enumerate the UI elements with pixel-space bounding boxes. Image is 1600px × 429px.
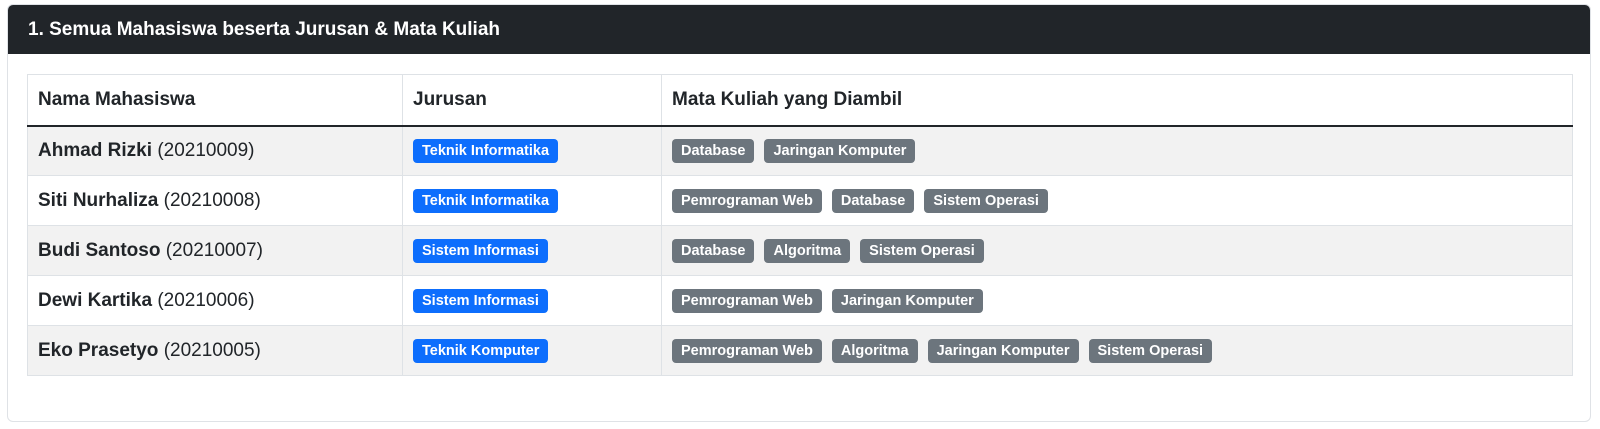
course-badge: Sistem Operasi [1088,338,1213,363]
jurusan-cell: Sistem Informasi [402,225,662,276]
student-cell: Eko Prasetyo (20210005) [27,325,403,376]
student-cell: Budi Santoso (20210007) [27,225,403,276]
student-name: Siti Nurhaliza [38,189,159,211]
jurusan-cell: Sistem Informasi [402,275,662,326]
course-badge: Pemrograman Web [672,288,822,313]
column-header-name: Nama Mahasiswa [27,74,403,127]
table-row: Dewi Kartika (20210006) Sistem Informasi P… [27,275,1573,326]
table-row: Siti Nurhaliza (20210008) Teknik Informat… [27,175,1573,226]
column-header-courses: Mata Kuliah yang Diambil [661,74,1573,127]
student-cell: Dewi Kartika (20210006) [27,275,403,326]
table-row: Ahmad Rizki (20210009) Teknik Informatika… [27,125,1573,176]
jurusan-badge: Sistem Informasi [413,238,548,263]
jurusan-cell: Teknik Informatika [402,125,662,176]
course-badge: Pemrograman Web [672,338,822,363]
student-nim: (20210007) [165,239,263,261]
course-badge: Algoritma [831,338,918,363]
courses-cell: Database Algoritma Sistem Operasi [661,225,1573,276]
table-row: Eko Prasetyo (20210005) Teknik Komputer Pe… [27,325,1573,376]
card-title: 1. Semua Mahasiswa beserta Jurusan & Mat… [8,5,1590,54]
column-header-jurusan: Jurusan [402,74,662,127]
course-badge: Jaringan Komputer [831,288,983,313]
student-nim: (20210008) [163,189,261,211]
course-badge: Sistem Operasi [924,188,1048,213]
course-badge: Jaringan Komputer [764,138,916,163]
students-table: Nama Mahasiswa Jurusan Mata Kuliah yang … [27,74,1573,376]
courses-cell: Pemrograman Web Algoritma Jaringan Kompute… [661,325,1573,376]
student-name: Budi Santoso [38,239,161,261]
student-nim: (20210009) [157,139,255,161]
course-badge: Pemrograman Web [672,188,822,213]
jurusan-badge: Teknik Informatika [413,138,559,163]
student-nim: (20210005) [163,339,261,361]
student-cell: Siti Nurhaliza (20210008) [27,175,403,226]
student-name: Ahmad Rizki [38,139,153,161]
courses-cell: Database Jaringan Komputer [661,125,1573,176]
jurusan-badge: Teknik Komputer [413,338,549,363]
course-badge: Jaringan Komputer [927,338,1079,363]
course-badge: Database [672,138,755,163]
students-card: 1. Semua Mahasiswa beserta Jurusan & Mat… [7,4,1591,422]
student-cell: Ahmad Rizki (20210009) [27,125,403,176]
student-name: Eko Prasetyo [38,339,159,361]
courses-cell: Pemrograman Web Database Sistem Operasi [661,175,1573,226]
student-name: Dewi Kartika [38,289,153,311]
jurusan-badge: Sistem Informasi [413,288,548,313]
jurusan-badge: Teknik Informatika [413,188,559,213]
course-badge: Database [672,238,755,263]
course-badge: Database [831,188,915,213]
jurusan-cell: Teknik Informatika [402,175,662,226]
table-header-row: Nama Mahasiswa Jurusan Mata Kuliah yang … [27,74,1573,127]
course-badge: Algoritma [764,238,851,263]
table-row: Budi Santoso (20210007) Sistem Informasi D… [27,225,1573,276]
jurusan-cell: Teknik Komputer [402,325,662,376]
student-nim: (20210006) [157,289,255,311]
course-badge: Sistem Operasi [860,238,984,263]
courses-cell: Pemrograman Web Jaringan Komputer [661,275,1573,326]
